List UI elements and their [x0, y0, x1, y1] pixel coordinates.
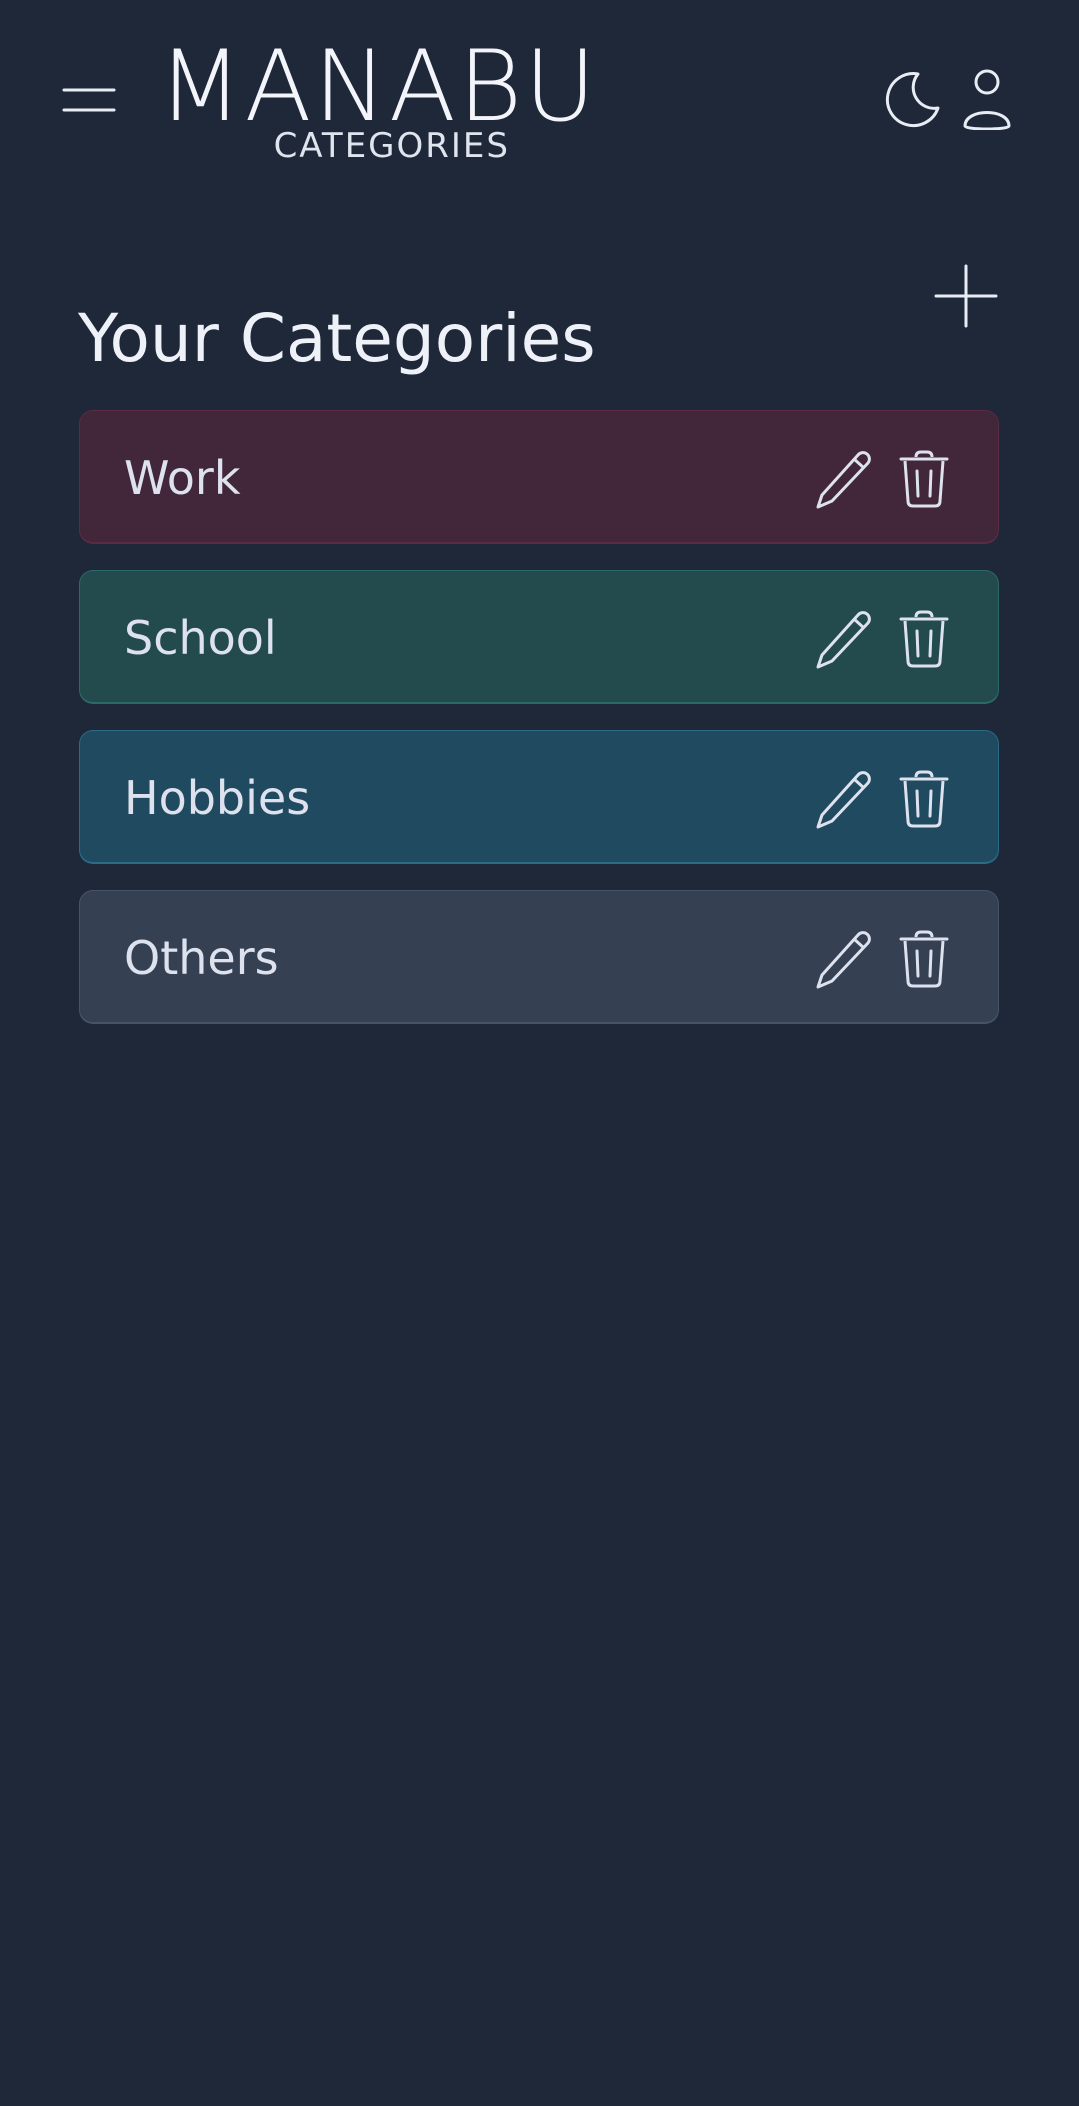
app-header: MANABU CATEGORIES — [0, 0, 1079, 190]
categories-page: MANABU CATEGORIES Your Categories Work S… — [0, 0, 1079, 2106]
category-card-school[interactable]: School — [79, 570, 999, 704]
hamburger-menu-icon[interactable] — [60, 82, 118, 118]
section-name: CATEGORIES — [273, 126, 510, 166]
category-label: Work — [124, 451, 241, 505]
trash-icon — [899, 450, 949, 508]
category-label: Others — [124, 931, 279, 985]
pencil-icon — [816, 451, 871, 509]
app-name: MANABU — [158, 30, 598, 144]
add-category-button[interactable] — [934, 264, 998, 328]
pencil-icon — [816, 931, 871, 989]
user-icon[interactable] — [962, 68, 1012, 130]
trash-icon — [899, 930, 949, 988]
trash-icon — [899, 770, 949, 828]
delete-button[interactable] — [898, 609, 950, 669]
delete-button[interactable] — [898, 769, 950, 829]
edit-button[interactable] — [814, 769, 874, 829]
delete-button[interactable] — [898, 929, 950, 989]
page-title: Your Categories — [78, 300, 596, 378]
plus-icon — [934, 264, 998, 328]
category-card-others[interactable]: Others — [79, 890, 999, 1024]
category-label: School — [124, 611, 277, 665]
pencil-icon — [816, 771, 871, 829]
delete-button[interactable] — [898, 449, 950, 509]
moon-icon[interactable] — [880, 68, 942, 130]
app-logo[interactable]: MANABU CATEGORIES — [158, 38, 596, 168]
trash-icon — [899, 610, 949, 668]
edit-button[interactable] — [814, 449, 874, 509]
category-list: Work School Hobbies Others — [79, 410, 1001, 1050]
title-row: Your Categories — [78, 250, 998, 377]
category-card-hobbies[interactable]: Hobbies — [79, 730, 999, 864]
edit-button[interactable] — [814, 929, 874, 989]
edit-button[interactable] — [814, 609, 874, 669]
pencil-icon — [816, 611, 871, 669]
category-label: Hobbies — [124, 771, 311, 825]
category-card-work[interactable]: Work — [79, 410, 999, 544]
